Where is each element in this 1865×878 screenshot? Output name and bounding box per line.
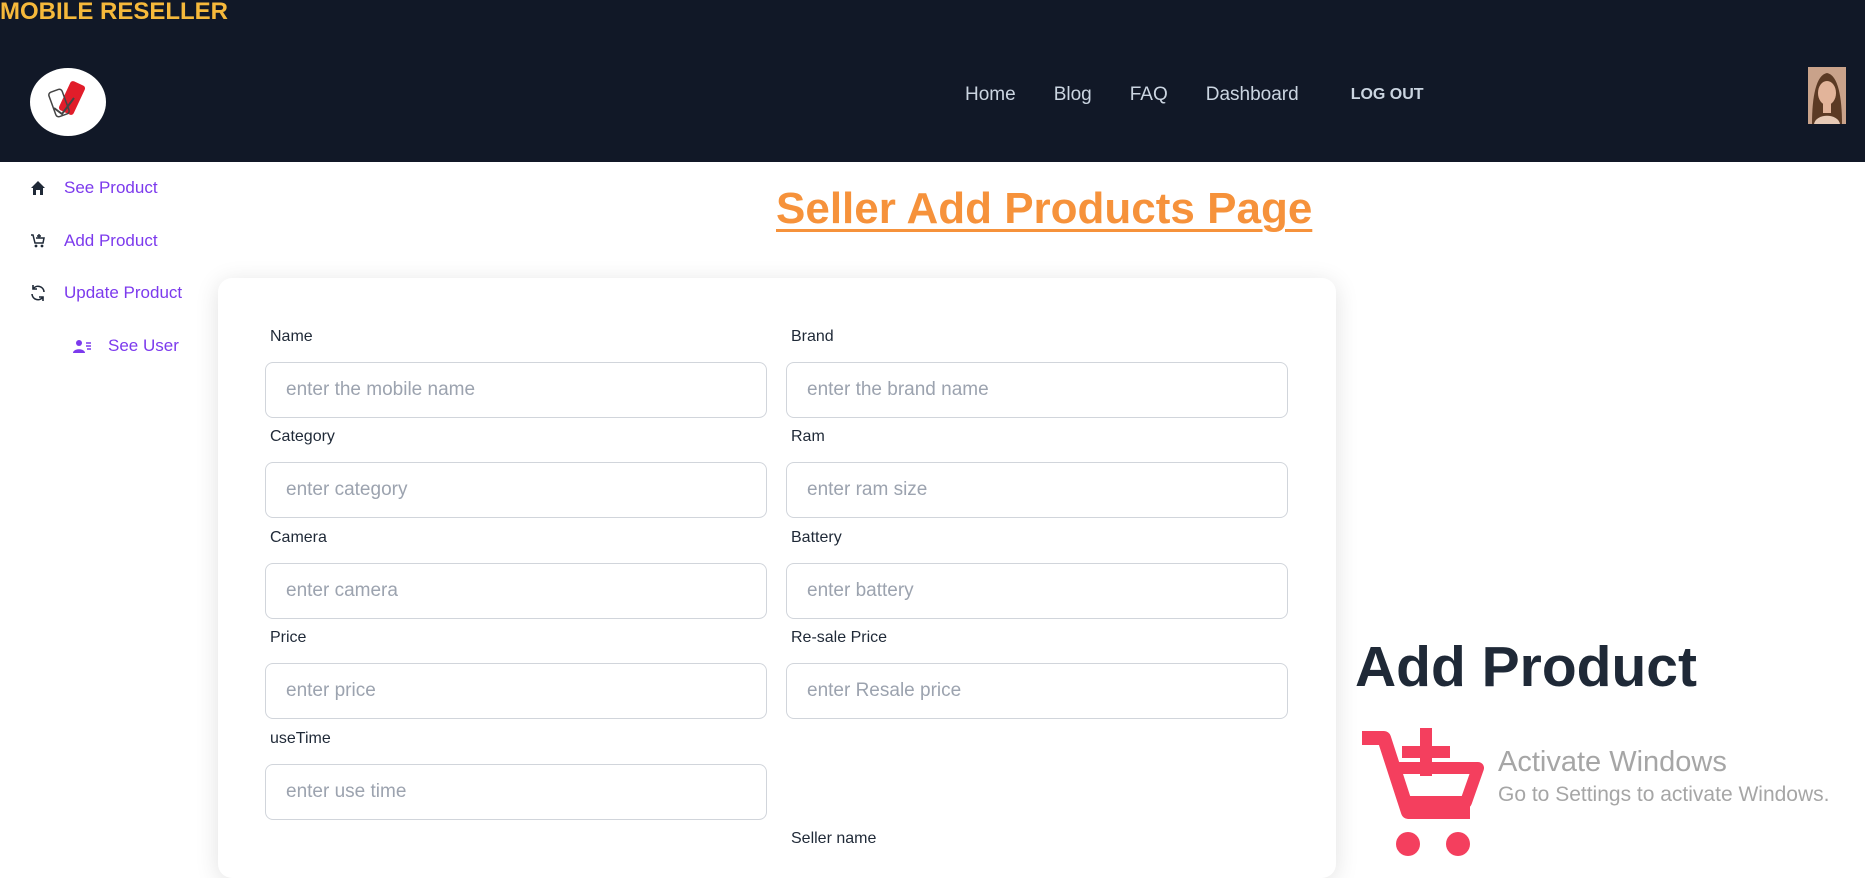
- category-input[interactable]: enter category: [265, 462, 767, 518]
- category-label: Category: [270, 428, 335, 445]
- watermark-title: Activate Windows: [1498, 746, 1727, 778]
- usetime-label: useTime: [270, 730, 331, 747]
- price-field-group: Price enter price: [265, 629, 767, 719]
- site-logo[interactable]: [30, 68, 106, 136]
- category-field-group: Category enter category: [265, 428, 767, 518]
- resale-price-field-group: Re-sale Price enter Resale price: [786, 629, 1288, 719]
- nav-faq-link[interactable]: FAQ: [1130, 84, 1168, 106]
- resale-price-input[interactable]: enter Resale price: [786, 663, 1288, 719]
- activate-windows-watermark: Activate Windows Go to Settings to activ…: [1498, 746, 1830, 807]
- price-input[interactable]: enter price: [265, 663, 767, 719]
- cart-plus-icon: [1358, 726, 1488, 862]
- brand-input[interactable]: enter the brand name: [786, 362, 1288, 418]
- nav-dashboard-link[interactable]: Dashboard: [1206, 84, 1299, 106]
- sidebar-item-label: Add Product: [64, 231, 158, 250]
- battery-label: Battery: [791, 529, 842, 546]
- name-input[interactable]: enter the mobile name: [265, 362, 767, 418]
- refresh-icon: [28, 283, 48, 303]
- resale-price-label: Re-sale Price: [791, 629, 888, 646]
- nav-home-link[interactable]: Home: [965, 84, 1016, 106]
- brand-label: Brand: [791, 328, 834, 345]
- sidebar-item-update-product[interactable]: Update Product: [28, 283, 182, 303]
- home-icon: [28, 178, 48, 198]
- sidebar-item-label: See Product: [64, 178, 158, 197]
- watermark-subtitle: Go to Settings to activate Windows.: [1498, 783, 1830, 806]
- usetime-input[interactable]: enter use time: [265, 764, 767, 820]
- ram-field-group: Ram enter ram size: [786, 428, 1288, 518]
- logout-button[interactable]: LOG OUT: [1351, 86, 1424, 104]
- brand-title: MOBILE RESELLER: [0, 0, 229, 25]
- usetime-field-group: useTime enter use time: [265, 730, 767, 820]
- main-nav: Home Blog FAQ Dashboard LOG OUT: [965, 84, 1424, 106]
- phone-logo-icon: [48, 81, 86, 118]
- name-label: Name: [270, 328, 313, 345]
- battery-field-group: Battery enter battery: [786, 529, 1288, 619]
- ram-input[interactable]: enter ram size: [786, 462, 1288, 518]
- camera-label: Camera: [270, 529, 327, 546]
- nav-blog-link[interactable]: Blog: [1054, 84, 1092, 106]
- sidebar-item-see-product[interactable]: See Product: [28, 178, 158, 198]
- price-label: Price: [270, 629, 307, 646]
- seller-name-label: Seller name: [791, 830, 877, 847]
- add-product-form: Name enter the mobile name Brand enter t…: [218, 278, 1336, 878]
- battery-input[interactable]: enter battery: [786, 563, 1288, 619]
- name-field-group: Name enter the mobile name: [265, 328, 767, 418]
- camera-input[interactable]: enter camera: [265, 563, 767, 619]
- brand-field-group: Brand enter the brand name: [786, 328, 1288, 418]
- sidebar-item-label: Update Product: [64, 283, 183, 302]
- top-navbar: MOBILE RESELLER Home Blog FAQ Dashboard …: [0, 0, 1865, 162]
- sidebar-item-label: See User: [108, 336, 179, 355]
- user-avatar[interactable]: [1808, 67, 1846, 124]
- sidebar-item-see-user[interactable]: See User: [72, 336, 179, 356]
- camera-field-group: Camera enter camera: [265, 529, 767, 619]
- sidebar-item-add-product[interactable]: Add Product: [28, 231, 158, 251]
- avatar-photo: [1808, 67, 1846, 124]
- page-title: Seller Add Products Page: [776, 184, 1313, 233]
- ram-label: Ram: [791, 428, 825, 445]
- add-product-heading: Add Product: [1355, 635, 1697, 699]
- seller-name-field-group: Seller name: [786, 830, 1288, 852]
- cart-add-icon: [28, 231, 48, 251]
- user-list-icon: [72, 336, 92, 356]
